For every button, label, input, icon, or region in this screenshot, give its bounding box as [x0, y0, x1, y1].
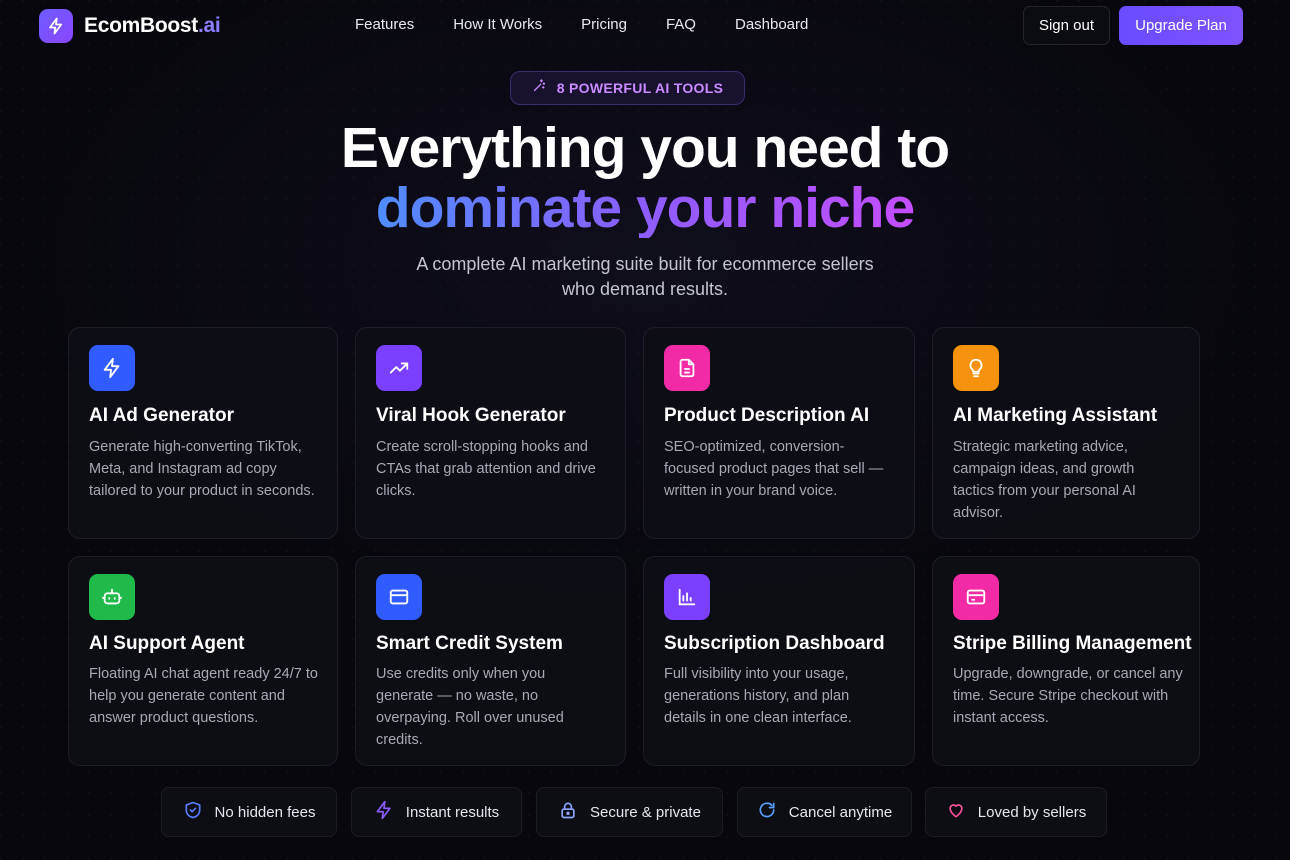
- nav-links: Features How It Works Pricing FAQ Dashbo…: [355, 16, 847, 33]
- feature-title: Viral Hook Generator: [376, 405, 566, 426]
- feature-description: Generate high-converting TikTok, Meta, a…: [89, 439, 315, 499]
- trust-label: Instant results: [405, 803, 500, 821]
- feature-card[interactable]: Product Description AI SEO-optimized, co…: [643, 327, 915, 539]
- heart-icon: [946, 800, 966, 825]
- feature-description: Full visibility into your usage, generat…: [664, 666, 852, 726]
- hero-subtitle-line2: who demand results.: [561, 279, 729, 299]
- feature-title: AI Ad Generator: [89, 405, 234, 426]
- top-navbar: EcomBoost.ai Features How It Works Prici…: [0, 0, 1290, 52]
- hero-title: Everything you need to dominate your nic…: [0, 118, 1290, 238]
- feature-card[interactable]: AI Ad Generator Generate high-converting…: [68, 327, 338, 539]
- sparkle-icon: [532, 78, 547, 98]
- trust-label: Secure & private: [590, 803, 701, 821]
- feature-card[interactable]: Subscription Dashboard Full visibility i…: [643, 556, 915, 766]
- feature-card[interactable]: Viral Hook Generator Create scroll-stopp…: [355, 327, 626, 539]
- nav-link-how-it-works[interactable]: How It Works: [453, 16, 542, 33]
- feature-card[interactable]: AI Marketing Assistant Strategic marketi…: [932, 327, 1200, 539]
- feature-title: Smart Credit System: [376, 633, 563, 654]
- feature-card[interactable]: Smart Credit System Use credits only whe…: [355, 556, 626, 766]
- trust-pill: Instant results: [351, 787, 522, 837]
- bolt-icon: [39, 9, 73, 43]
- brand-logo[interactable]: EcomBoost.ai: [39, 9, 221, 43]
- hero-title-line2: dominate your niche: [375, 176, 915, 240]
- feature-title: Product Description AI: [664, 405, 870, 426]
- trust-pill: Secure & private: [536, 787, 723, 837]
- hero-title-line1: Everything you need to: [340, 116, 950, 180]
- trust-label: No hidden fees: [214, 803, 316, 821]
- feature-description: Strategic marketing advice, campaign ide…: [953, 439, 1136, 521]
- badge-label: 8 POWERFUL AI TOOLS: [556, 80, 724, 96]
- feature-title: Stripe Billing Management: [953, 633, 1192, 654]
- bolt-icon: [374, 800, 394, 825]
- trust-pill: No hidden fees: [161, 787, 337, 837]
- feature-card[interactable]: Stripe Billing Management Upgrade, downg…: [932, 556, 1200, 766]
- feature-title: AI Support Agent: [89, 633, 245, 654]
- credit-card-icon: [953, 574, 999, 620]
- trending-up-icon: [376, 345, 422, 391]
- trust-pill: Loved by sellers: [925, 787, 1107, 837]
- nav-link-faq[interactable]: FAQ: [666, 16, 696, 33]
- shield-check-icon: [183, 800, 203, 825]
- feature-description: Use credits only when you generate — no …: [376, 666, 564, 748]
- credit-card-icon: [376, 574, 422, 620]
- tools-badge: 8 POWERFUL AI TOOLS: [510, 71, 745, 105]
- feature-title: Subscription Dashboard: [664, 633, 885, 654]
- nav-link-dashboard[interactable]: Dashboard: [735, 16, 808, 33]
- document-icon: [664, 345, 710, 391]
- bar-chart-icon: [664, 574, 710, 620]
- robot-icon: [89, 574, 135, 620]
- trust-label: Cancel anytime: [788, 803, 893, 821]
- feature-title: AI Marketing Assistant: [953, 405, 1158, 426]
- hero-subtitle: A complete AI marketing suite built for …: [0, 252, 1290, 302]
- trust-label: Loved by sellers: [977, 803, 1087, 821]
- feature-description: Floating AI chat agent ready 24/7 to hel…: [89, 666, 318, 726]
- hero-subtitle-line1: A complete AI marketing suite built for …: [416, 254, 874, 274]
- lightbulb-icon: [953, 345, 999, 391]
- nav-link-features[interactable]: Features: [355, 16, 414, 33]
- bolt-icon: [89, 345, 135, 391]
- nav-link-pricing[interactable]: Pricing: [581, 16, 627, 33]
- feature-description: SEO-optimized, conversion-focused produc…: [664, 439, 884, 499]
- lock-icon: [558, 800, 578, 825]
- sign-out-button[interactable]: Sign out: [1023, 6, 1110, 45]
- feature-description: Create scroll-stopping hooks and CTAs th…: [376, 439, 596, 499]
- trust-pill: Cancel anytime: [737, 787, 912, 837]
- brand-name: EcomBoost.ai: [84, 14, 221, 37]
- refresh-icon: [757, 800, 777, 825]
- feature-card[interactable]: AI Support Agent Floating AI chat agent …: [68, 556, 338, 766]
- upgrade-plan-button[interactable]: Upgrade Plan: [1119, 6, 1243, 45]
- feature-description: Upgrade, downgrade, or cancel any time. …: [953, 666, 1183, 726]
